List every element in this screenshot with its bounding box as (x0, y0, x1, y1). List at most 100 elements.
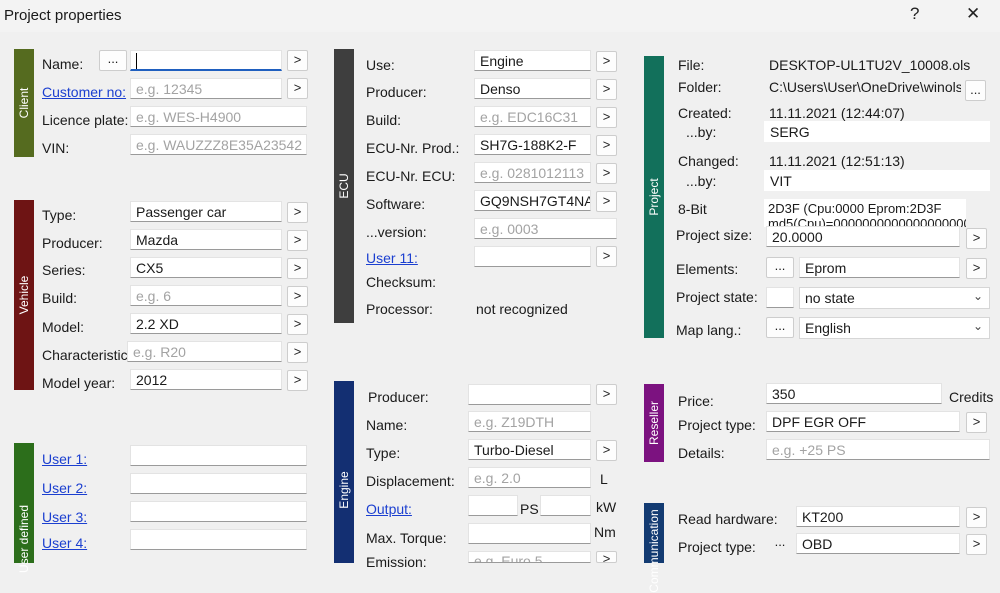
folder-label: Folder: (678, 79, 722, 95)
comm-project-type-arrow-button[interactable]: > (966, 534, 987, 555)
vin-field[interactable]: e.g. WAUZZZ8E35A23542 (130, 134, 307, 155)
name-arrow-button[interactable]: > (287, 50, 308, 71)
read-hardware-label: Read hardware: (678, 511, 778, 527)
project-size-arrow-button[interactable]: > (966, 228, 987, 249)
ecu-producer-arrow-button[interactable]: > (596, 79, 617, 100)
engine-type-field[interactable]: Turbo-Diesel (468, 439, 591, 460)
user-2-field[interactable] (130, 473, 307, 494)
ecu-nr-ecu-arrow-button[interactable]: > (596, 163, 617, 184)
user-3-field[interactable] (130, 501, 307, 522)
user-1-link[interactable]: User 1: (42, 451, 87, 467)
vehicle-producer-label: Producer: (42, 235, 103, 251)
series-arrow-button[interactable]: > (287, 258, 308, 279)
user-4-field[interactable] (130, 529, 307, 550)
project-size-field[interactable]: 20.0000 (766, 226, 960, 247)
version-field[interactable]: e.g. 0003 (474, 218, 617, 239)
reseller-project-type-field[interactable]: DPF EGR OFF (766, 411, 960, 432)
model-year-field[interactable]: 2012 (130, 369, 282, 390)
model-year-arrow-button[interactable]: > (287, 370, 308, 391)
user-2-link[interactable]: User 2: (42, 480, 87, 496)
created-by-label: ...by: (686, 124, 717, 140)
torque-unit: Nm (594, 524, 616, 540)
details-field[interactable]: e.g. +25 PS (766, 439, 990, 460)
emission-field[interactable]: e.g. Euro 5 (468, 551, 591, 563)
comm-project-type-field[interactable]: OBD (796, 533, 960, 554)
characteristic-label: Characteristic: (42, 347, 132, 363)
vehicle-build-arrow-button[interactable]: > (287, 286, 308, 307)
project-state-select[interactable]: no state ⌄ (799, 287, 990, 309)
folder-browse-button[interactable]: ... (965, 80, 986, 101)
file-label: File: (678, 57, 705, 73)
folder-value: C:\Users\User\OneDrive\winolsc (769, 79, 961, 95)
user-4-link[interactable]: User 4: (42, 535, 87, 551)
ecu-build-arrow-button[interactable]: > (596, 107, 617, 128)
engine-name-field[interactable]: e.g. Z19DTH (468, 411, 591, 432)
output-link[interactable]: Output: (366, 501, 412, 517)
vehicle-build-field[interactable]: e.g. 6 (130, 285, 282, 306)
output-kw-field[interactable] (540, 495, 591, 516)
created-label: Created: (678, 105, 732, 121)
output-ps-field[interactable] (468, 495, 518, 516)
ecu-build-field[interactable]: e.g. EDC16C31 (474, 106, 591, 127)
name-field[interactable] (130, 50, 282, 71)
window-title: Project properties (4, 7, 122, 24)
vehicle-producer-field[interactable]: Mazda (130, 229, 282, 250)
user-11-link[interactable]: User 11: (366, 250, 418, 266)
characteristic-field[interactable]: e.g. R20 (127, 341, 282, 362)
user-1-field[interactable] (130, 445, 307, 466)
close-icon[interactable]: ✕ (966, 4, 980, 24)
ecu-nr-ecu-label: ECU-Nr. ECU: (366, 168, 456, 184)
user-11-arrow-button[interactable]: > (596, 246, 617, 267)
elements-label: Elements: (676, 261, 739, 277)
vehicle-producer-arrow-button[interactable]: > (287, 230, 308, 251)
ecu-nr-prod-field[interactable]: SH7G-188K2-F (474, 134, 591, 155)
comm-project-type-browse-button[interactable]: ... (766, 533, 794, 554)
licence-plate-field[interactable]: e.g. WES-H4900 (130, 106, 307, 127)
elements-browse-button[interactable]: ... (766, 257, 794, 278)
changed-by-field[interactable]: VIT (764, 170, 990, 191)
customer-no-field[interactable]: e.g. 12345 (130, 78, 282, 99)
map-lang-select[interactable]: English ⌄ (799, 317, 990, 339)
engine-producer-field[interactable] (468, 384, 591, 405)
ecu-nr-ecu-field[interactable]: e.g. 0281012113 (474, 162, 591, 183)
model-arrow-button[interactable]: > (287, 314, 308, 335)
user-11-field[interactable] (474, 246, 591, 267)
customer-no-link[interactable]: Customer no: (42, 84, 126, 100)
software-arrow-button[interactable]: > (596, 191, 617, 212)
help-icon[interactable]: ? (910, 4, 919, 24)
ecu-band: ECU (334, 49, 354, 323)
elements-field[interactable]: Eprom (799, 257, 960, 278)
price-field[interactable]: 350 (766, 383, 942, 404)
customer-arrow-button[interactable]: > (287, 78, 308, 99)
engine-type-arrow-button[interactable]: > (596, 440, 617, 461)
vehicle-type-field[interactable]: Passenger car (130, 201, 282, 222)
displacement-field[interactable]: e.g. 2.0 (468, 467, 591, 488)
name-browse-button[interactable]: ... (99, 50, 127, 71)
created-by-field[interactable]: SERG (764, 121, 990, 142)
reseller-project-type-arrow-button[interactable]: > (966, 412, 987, 433)
software-field[interactable]: GQ9NSH7GT4NA (474, 190, 591, 211)
project-state-color-box[interactable] (766, 287, 794, 308)
vin-label: VIN: (42, 140, 70, 156)
vehicle-build-label: Build: (42, 290, 78, 306)
read-hardware-arrow-button[interactable]: > (966, 507, 987, 528)
vehicle-type-arrow-button[interactable]: > (287, 202, 308, 223)
series-field[interactable]: CX5 (130, 257, 282, 278)
ecu-nr-prod-arrow-button[interactable]: > (596, 135, 617, 156)
map-lang-browse-button[interactable]: ... (766, 317, 794, 338)
model-field[interactable]: 2.2 XD (130, 313, 282, 334)
use-field[interactable]: Engine (474, 50, 591, 71)
max-torque-field[interactable] (468, 523, 591, 544)
characteristic-arrow-button[interactable]: > (287, 342, 308, 363)
elements-arrow-button[interactable]: > (966, 258, 987, 279)
user-3-link[interactable]: User 3: (42, 509, 87, 525)
engine-band: Engine (334, 381, 354, 563)
use-arrow-button[interactable]: > (596, 51, 617, 72)
read-hardware-field[interactable]: KT200 (796, 506, 960, 527)
created-value: 11.11.2021 (12:44:07) (769, 105, 905, 121)
engine-producer-arrow-button[interactable]: > (596, 384, 617, 405)
ecu-producer-field[interactable]: Denso (474, 78, 591, 99)
changed-by-label: ...by: (686, 173, 717, 189)
emission-arrow-button[interactable]: > (596, 551, 617, 566)
changed-label: Changed: (678, 153, 739, 169)
